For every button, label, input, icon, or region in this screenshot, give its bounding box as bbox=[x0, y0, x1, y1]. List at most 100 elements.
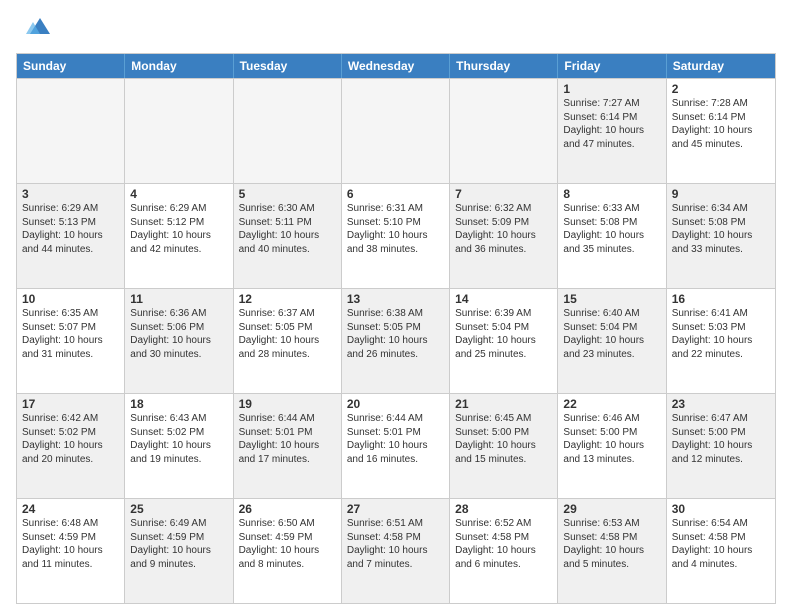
cell-line: Sunset: 5:04 PM bbox=[563, 321, 660, 335]
calendar-cell bbox=[17, 79, 125, 183]
day-number: 1 bbox=[563, 82, 660, 96]
cell-line: Sunset: 6:14 PM bbox=[672, 111, 770, 125]
cell-line: Sunset: 5:00 PM bbox=[455, 426, 552, 440]
cell-line: Sunset: 5:11 PM bbox=[239, 216, 336, 230]
cell-line: Daylight: 10 hours bbox=[347, 334, 444, 348]
day-number: 10 bbox=[22, 292, 119, 306]
day-number: 28 bbox=[455, 502, 552, 516]
day-number: 2 bbox=[672, 82, 770, 96]
cell-line: and 13 minutes. bbox=[563, 453, 660, 467]
cell-line: Daylight: 10 hours bbox=[672, 229, 770, 243]
cell-line: Sunrise: 6:38 AM bbox=[347, 307, 444, 321]
day-number: 27 bbox=[347, 502, 444, 516]
cell-line: Sunrise: 6:40 AM bbox=[563, 307, 660, 321]
day-number: 26 bbox=[239, 502, 336, 516]
cell-line: Sunrise: 6:47 AM bbox=[672, 412, 770, 426]
cell-line: Sunrise: 6:51 AM bbox=[347, 517, 444, 531]
cell-line: and 16 minutes. bbox=[347, 453, 444, 467]
calendar-cell: 3Sunrise: 6:29 AMSunset: 5:13 PMDaylight… bbox=[17, 184, 125, 288]
calendar-header-day: Thursday bbox=[450, 54, 558, 78]
cell-line: Sunset: 6:14 PM bbox=[563, 111, 660, 125]
cell-line: Daylight: 10 hours bbox=[455, 439, 552, 453]
day-number: 17 bbox=[22, 397, 119, 411]
day-number: 16 bbox=[672, 292, 770, 306]
calendar-cell: 28Sunrise: 6:52 AMSunset: 4:58 PMDayligh… bbox=[450, 499, 558, 603]
day-number: 3 bbox=[22, 187, 119, 201]
cell-line: Sunset: 5:10 PM bbox=[347, 216, 444, 230]
cell-line: Sunrise: 6:33 AM bbox=[563, 202, 660, 216]
calendar-cell: 9Sunrise: 6:34 AMSunset: 5:08 PMDaylight… bbox=[667, 184, 775, 288]
day-number: 25 bbox=[130, 502, 227, 516]
cell-line: Daylight: 10 hours bbox=[22, 439, 119, 453]
cell-line: Daylight: 10 hours bbox=[22, 334, 119, 348]
calendar-cell: 30Sunrise: 6:54 AMSunset: 4:58 PMDayligh… bbox=[667, 499, 775, 603]
cell-line: Daylight: 10 hours bbox=[455, 334, 552, 348]
cell-line: Daylight: 10 hours bbox=[22, 544, 119, 558]
day-number: 11 bbox=[130, 292, 227, 306]
cell-line: and 7 minutes. bbox=[347, 558, 444, 572]
calendar-cell: 20Sunrise: 6:44 AMSunset: 5:01 PMDayligh… bbox=[342, 394, 450, 498]
cell-line: Daylight: 10 hours bbox=[347, 439, 444, 453]
cell-line: Daylight: 10 hours bbox=[563, 544, 660, 558]
cell-line: and 5 minutes. bbox=[563, 558, 660, 572]
cell-line: Sunset: 4:58 PM bbox=[563, 531, 660, 545]
calendar-header-day: Sunday bbox=[17, 54, 125, 78]
calendar-body: 1Sunrise: 7:27 AMSunset: 6:14 PMDaylight… bbox=[17, 78, 775, 603]
cell-line: Sunrise: 6:52 AM bbox=[455, 517, 552, 531]
calendar-cell: 4Sunrise: 6:29 AMSunset: 5:12 PMDaylight… bbox=[125, 184, 233, 288]
calendar-cell: 23Sunrise: 6:47 AMSunset: 5:00 PMDayligh… bbox=[667, 394, 775, 498]
cell-line: Sunrise: 7:28 AM bbox=[672, 97, 770, 111]
calendar-cell: 14Sunrise: 6:39 AMSunset: 5:04 PMDayligh… bbox=[450, 289, 558, 393]
cell-line: Daylight: 10 hours bbox=[22, 229, 119, 243]
cell-line: Daylight: 10 hours bbox=[239, 229, 336, 243]
cell-line: Sunset: 5:00 PM bbox=[563, 426, 660, 440]
cell-line: Daylight: 10 hours bbox=[563, 334, 660, 348]
cell-line: Sunset: 5:02 PM bbox=[22, 426, 119, 440]
calendar-cell: 22Sunrise: 6:46 AMSunset: 5:00 PMDayligh… bbox=[558, 394, 666, 498]
calendar-cell bbox=[450, 79, 558, 183]
cell-line: Sunrise: 6:35 AM bbox=[22, 307, 119, 321]
cell-line: Daylight: 10 hours bbox=[672, 439, 770, 453]
calendar-cell bbox=[125, 79, 233, 183]
calendar-cell: 16Sunrise: 6:41 AMSunset: 5:03 PMDayligh… bbox=[667, 289, 775, 393]
calendar-header-day: Monday bbox=[125, 54, 233, 78]
cell-line: Daylight: 10 hours bbox=[672, 124, 770, 138]
cell-line: and 26 minutes. bbox=[347, 348, 444, 362]
calendar-header-day: Wednesday bbox=[342, 54, 450, 78]
cell-line: and 31 minutes. bbox=[22, 348, 119, 362]
calendar-cell: 21Sunrise: 6:45 AMSunset: 5:00 PMDayligh… bbox=[450, 394, 558, 498]
cell-line: Daylight: 10 hours bbox=[347, 544, 444, 558]
cell-line: and 23 minutes. bbox=[563, 348, 660, 362]
cell-line: Sunset: 5:12 PM bbox=[130, 216, 227, 230]
cell-line: Sunrise: 6:41 AM bbox=[672, 307, 770, 321]
cell-line: and 47 minutes. bbox=[563, 138, 660, 152]
cell-line: Sunrise: 6:53 AM bbox=[563, 517, 660, 531]
day-number: 5 bbox=[239, 187, 336, 201]
cell-line: Sunrise: 6:39 AM bbox=[455, 307, 552, 321]
cell-line: Sunset: 5:08 PM bbox=[563, 216, 660, 230]
cell-line: and 8 minutes. bbox=[239, 558, 336, 572]
calendar-cell: 2Sunrise: 7:28 AMSunset: 6:14 PMDaylight… bbox=[667, 79, 775, 183]
day-number: 9 bbox=[672, 187, 770, 201]
logo bbox=[16, 16, 52, 47]
cell-line: Sunset: 5:08 PM bbox=[672, 216, 770, 230]
cell-line: Sunset: 4:59 PM bbox=[130, 531, 227, 545]
cell-line: Sunrise: 6:50 AM bbox=[239, 517, 336, 531]
calendar-cell: 6Sunrise: 6:31 AMSunset: 5:10 PMDaylight… bbox=[342, 184, 450, 288]
day-number: 15 bbox=[563, 292, 660, 306]
calendar-row: 17Sunrise: 6:42 AMSunset: 5:02 PMDayligh… bbox=[17, 393, 775, 498]
calendar-cell: 13Sunrise: 6:38 AMSunset: 5:05 PMDayligh… bbox=[342, 289, 450, 393]
cell-line: Daylight: 10 hours bbox=[455, 544, 552, 558]
cell-line: Sunrise: 6:30 AM bbox=[239, 202, 336, 216]
calendar-cell: 29Sunrise: 6:53 AMSunset: 4:58 PMDayligh… bbox=[558, 499, 666, 603]
cell-line: Sunset: 4:59 PM bbox=[239, 531, 336, 545]
cell-line: Sunrise: 6:31 AM bbox=[347, 202, 444, 216]
cell-line: Sunrise: 6:43 AM bbox=[130, 412, 227, 426]
calendar-cell: 12Sunrise: 6:37 AMSunset: 5:05 PMDayligh… bbox=[234, 289, 342, 393]
calendar-cell: 17Sunrise: 6:42 AMSunset: 5:02 PMDayligh… bbox=[17, 394, 125, 498]
cell-line: and 28 minutes. bbox=[239, 348, 336, 362]
cell-line: Daylight: 10 hours bbox=[239, 439, 336, 453]
calendar-cell: 26Sunrise: 6:50 AMSunset: 4:59 PMDayligh… bbox=[234, 499, 342, 603]
cell-line: Sunset: 5:13 PM bbox=[22, 216, 119, 230]
day-number: 24 bbox=[22, 502, 119, 516]
